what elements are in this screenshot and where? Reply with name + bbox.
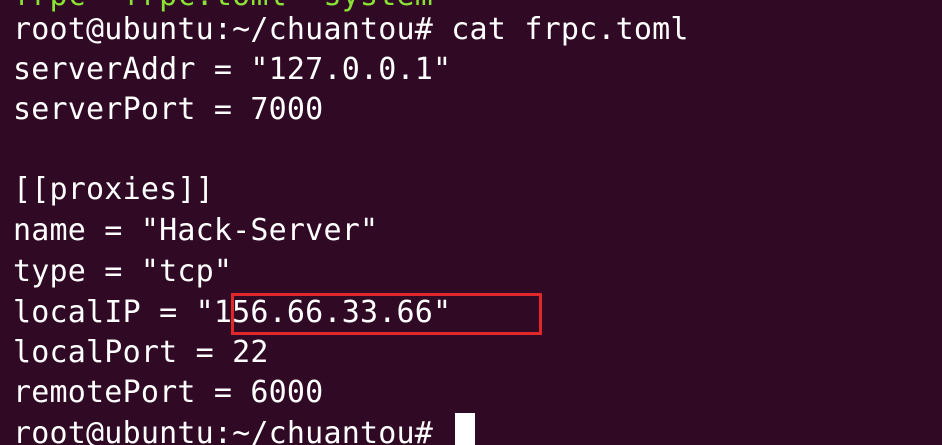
localip-highlight-box	[231, 293, 542, 335]
terminal-line-remoteport: remotePort = 6000	[13, 375, 324, 410]
terminal-line-localport: localPort = 22	[13, 335, 269, 370]
terminal-line-serveraddr: serverAddr = "127.0.0.1"	[13, 52, 452, 87]
cursor-block	[455, 413, 476, 445]
terminal-line-type: type = "tcp"	[13, 254, 233, 289]
terminal-line-proxies-header: [[proxies]]	[13, 172, 214, 207]
terminal-line-prompt[interactable]: root@ubuntu:~/chuantou#	[13, 413, 476, 445]
terminal-line-command: root@ubuntu:~/chuantou# cat frpc.toml	[13, 12, 689, 47]
terminal-window[interactable]: frpc frpc.toml system root@ubuntu:~/chua…	[0, 0, 942, 445]
prompt-text: root@ubuntu:~/chuantou#	[13, 416, 452, 445]
terminal-line-serverport: serverPort = 7000	[13, 92, 324, 127]
terminal-line-name: name = "Hack-Server"	[13, 213, 379, 248]
